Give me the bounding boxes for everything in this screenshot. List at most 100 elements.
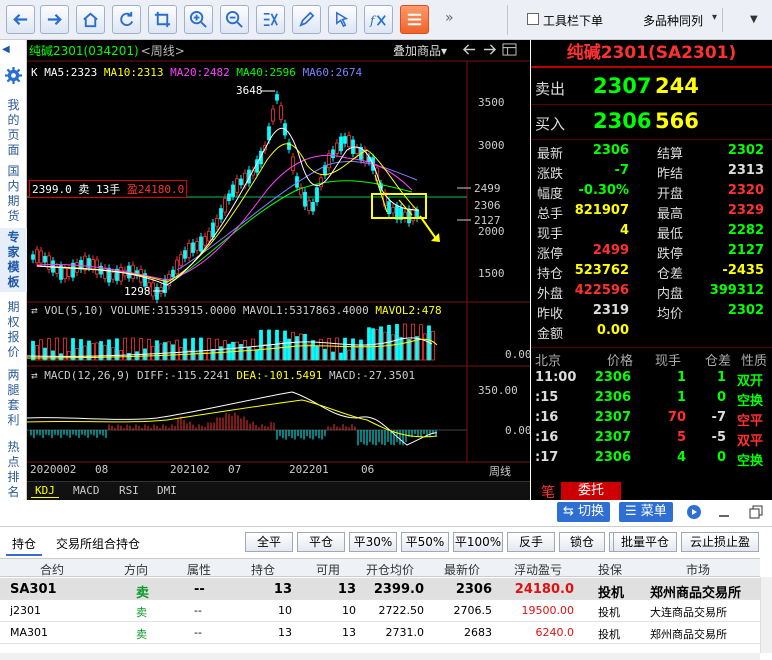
col-last[interactable]: 最新价 xyxy=(444,561,480,578)
sidebar-item-two-leg-arbitrage[interactable]: 两腿套利 xyxy=(4,368,23,428)
lock-position-button[interactable]: 锁仓 xyxy=(559,532,605,552)
table-row[interactable]: j2301 卖 -- 10 10 2722.50 2706.5 19500.00 投机 大连商品交… xyxy=(0,600,760,622)
tab-kdj[interactable]: KDJ xyxy=(31,484,59,498)
dropdown-arrow-icon[interactable]: ▼ xyxy=(750,14,758,25)
zoom-in-icon[interactable] xyxy=(184,5,213,34)
col-open-avg[interactable]: 开仓均价 xyxy=(366,561,414,578)
toolbar-order-checkbox[interactable] xyxy=(527,13,539,25)
table-cell: 24180.0 xyxy=(514,582,574,597)
position-label[interactable]: 2399.0 卖 13手 盈24180.0 xyxy=(29,180,188,198)
table-cell: 13 xyxy=(273,582,292,597)
settings-icon[interactable]: ⇄ xyxy=(31,369,44,382)
list-menu-icon[interactable] xyxy=(400,5,429,34)
volume-bar xyxy=(251,338,255,361)
tick-cell: -7 xyxy=(711,410,726,425)
col-hedge[interactable]: 投保 xyxy=(598,561,622,578)
home-icon[interactable] xyxy=(76,5,105,34)
table-row[interactable]: MA301 卖 -- 13 13 2731.0 2683 6240.0 投机 郑州商品交易所 xyxy=(0,622,760,644)
col-contract[interactable]: 合约 xyxy=(40,561,64,578)
forward-arrow-icon[interactable] xyxy=(40,5,69,34)
col-position[interactable]: 持仓 xyxy=(251,561,275,578)
sell-row[interactable]: 卖出 2307 244 xyxy=(531,71,772,105)
minimize-icon[interactable] xyxy=(716,504,732,520)
quote-stat-row: 昨收 2319 均价 2302 xyxy=(531,301,772,322)
candle-body xyxy=(303,191,307,207)
table-row[interactable]: SA301 卖 -- 13 13 2399.0 2306 24180.0 投机 郑州商品交易所 xyxy=(0,578,760,601)
candle-body xyxy=(215,218,219,227)
sidebar-item-option-quotes[interactable]: 期权报价 xyxy=(4,300,23,360)
table-cell: 投机 xyxy=(598,586,625,601)
switch-button[interactable]: ⇆ 切换 xyxy=(557,502,611,522)
multi-symbol-dropdown[interactable]: 多品种同列 xyxy=(643,12,703,29)
toolbar-divider xyxy=(722,8,723,32)
col-direction[interactable]: 方向 xyxy=(124,561,148,578)
macd-axis-top: 350.00 xyxy=(478,384,518,397)
gear-icon[interactable] xyxy=(4,66,23,85)
close-100-button[interactable]: 平100% xyxy=(453,532,503,552)
cloud-stop-button[interactable]: 云止损止盈 xyxy=(681,532,759,552)
tick-cell: 4 xyxy=(676,450,686,465)
volume-bar xyxy=(419,324,423,361)
buy-price[interactable]: 2306 xyxy=(593,109,651,133)
zoom-out-icon[interactable] xyxy=(220,5,249,34)
volume-bar xyxy=(411,323,415,361)
draw-pen-icon[interactable] xyxy=(292,5,321,34)
play-icon[interactable] xyxy=(686,504,702,520)
quote-stat-value: -7 xyxy=(614,163,629,178)
volume-bars xyxy=(31,323,435,361)
col-available[interactable]: 可用 xyxy=(316,561,340,578)
quote-stat-label: 昨收 xyxy=(537,307,564,322)
tab-dmi[interactable]: DMI xyxy=(153,484,181,497)
col-market[interactable]: 市场 xyxy=(686,561,710,578)
close-position-button[interactable]: 平仓 xyxy=(297,532,345,552)
table-cell: 卖 xyxy=(136,628,147,641)
price-plot[interactable]: 3648 1298 xyxy=(27,40,530,480)
restore-icon[interactable] xyxy=(748,504,764,520)
order-tab-pen[interactable]: 笔 xyxy=(541,482,555,500)
tick-cell: 1 xyxy=(676,390,686,405)
tick-cell: 空换 xyxy=(737,394,764,409)
col-float-pnl[interactable]: 浮动盈亏 xyxy=(514,561,562,578)
volume-bar xyxy=(403,323,407,361)
chevron-down-icon[interactable]: ▾ xyxy=(712,12,717,23)
close-50-button[interactable]: 平50% xyxy=(401,532,449,552)
back-arrow-icon[interactable] xyxy=(6,5,35,34)
tab-exchange-combo[interactable]: 交易所组合持仓 xyxy=(50,533,146,554)
volume-bar xyxy=(259,329,263,361)
volume-bar xyxy=(279,341,283,361)
close-all-button[interactable]: 全平 xyxy=(245,532,293,552)
volume-bar xyxy=(431,330,435,361)
sidebar-item-hot-ranking[interactable]: 热点排名 xyxy=(4,440,23,500)
volume-bar xyxy=(79,339,83,361)
batch-close-button[interactable]: 批量平仓 xyxy=(613,532,677,552)
indicator-icon[interactable] xyxy=(256,5,285,34)
vertical-scrollbar[interactable] xyxy=(760,577,772,653)
sidebar-item-domestic-futures[interactable]: 国内期货 xyxy=(4,164,23,224)
quote-stat-value: 399312 xyxy=(709,283,764,298)
formula-fx-icon[interactable]: f xyxy=(364,5,393,34)
quote-stat-label: 昨结 xyxy=(657,167,684,182)
collapse-triangle-icon[interactable]: ◀ xyxy=(2,44,10,55)
tab-macd[interactable]: MACD xyxy=(69,484,104,497)
settings-icon[interactable]: ⇄ xyxy=(31,304,44,317)
cursor-select-icon[interactable] xyxy=(328,5,357,34)
candle-body xyxy=(39,250,43,264)
kline-chart-panel[interactable]: 纯碱2301(034201) <周线> 叠加商品▾ K MA5:2323 MA10… xyxy=(27,40,530,500)
crop-icon[interactable] xyxy=(148,5,177,34)
refresh-icon[interactable] xyxy=(112,5,141,34)
menu-button[interactable]: ☰ 菜单 xyxy=(619,502,673,522)
sidebar-item-expert-template[interactable]: 专家模板 xyxy=(0,228,27,292)
reverse-button[interactable]: 反手 xyxy=(507,532,555,552)
candle-body xyxy=(195,241,199,251)
sidebar-item-my-pages[interactable]: 我的页面 xyxy=(4,98,23,158)
tab-positions[interactable]: 持仓 xyxy=(6,533,43,556)
toolbar-order-label[interactable]: 工具栏下单 xyxy=(543,12,603,29)
tab-rsi[interactable]: RSI xyxy=(115,484,143,497)
col-attribute[interactable]: 属性 xyxy=(187,561,211,578)
order-tab-entrust[interactable]: 委托 xyxy=(561,482,621,500)
buy-row[interactable]: 买入 2306 566 xyxy=(531,106,772,140)
more-chevron-icon[interactable]: » xyxy=(445,10,454,26)
close-30-button[interactable]: 平30% xyxy=(349,532,397,552)
sell-price[interactable]: 2307 xyxy=(593,74,651,98)
volume-bar xyxy=(39,339,43,361)
